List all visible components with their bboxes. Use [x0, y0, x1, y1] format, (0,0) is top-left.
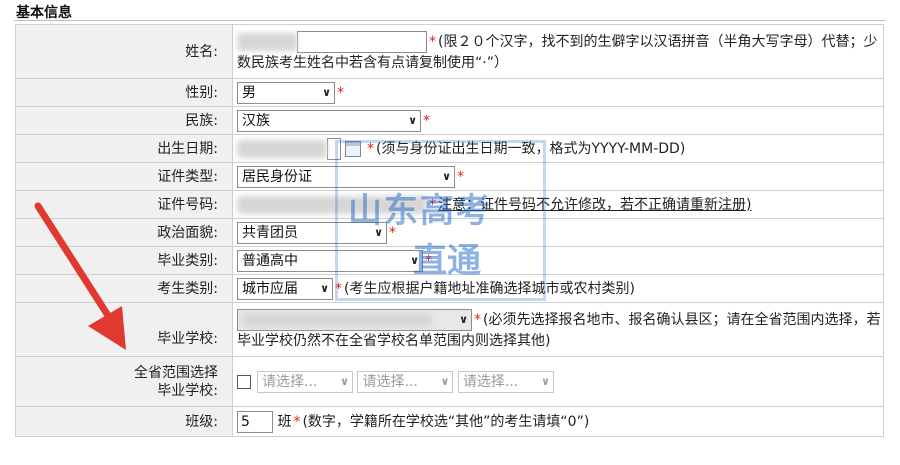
candidate-type-cell: 城市应届 ∨ * (考生应根据户籍地址准确选择城市或农村类别) — [232, 274, 884, 303]
row-birthdate: 出生日期: * (须与身份证出生日期一致，格式为YYYY-MM-DD) — [15, 134, 884, 163]
required-mark: * — [429, 196, 436, 213]
political-cell: 共青团员 ∨ * — [232, 218, 884, 247]
required-mark: * — [293, 413, 301, 430]
row-id-type: 证件类型: 居民身份证 ∨ * — [15, 162, 884, 191]
province-school-label-line1: 全省范围选择 — [134, 364, 218, 381]
select-placeholder: 请选择... — [362, 373, 418, 390]
id-type-value: 居民身份证 — [242, 168, 312, 185]
required-mark: * — [337, 84, 344, 101]
chevron-down-icon: ∨ — [459, 312, 468, 326]
ethnicity-cell: 汉族 ∨ * — [232, 106, 884, 135]
candidate-type-value: 城市应届 — [242, 280, 298, 297]
calendar-icon[interactable] — [345, 140, 361, 157]
required-mark: * — [367, 140, 374, 157]
id-number-cell: * 注意：证件号码不允许修改，若不正确请重新注册) — [232, 190, 884, 219]
required-mark: * — [474, 311, 481, 328]
birthdate-note: (须与身份证出生日期一致，格式为YYYY-MM-DD) — [376, 140, 686, 157]
basic-info-form: 姓名: * (限２０个汉字，找不到的生僻字以汉语拼音（半角大写字母）代替；少数民族… — [15, 24, 884, 437]
province-school-cell: 请选择... ∨ 请选择... ∨ 请选择... ∨ — [232, 356, 884, 407]
row-candidate-type: 考生类别: 城市应届 ∨ * (考生应根据户籍地址准确选择城市或农村类别) — [15, 274, 884, 303]
province-school-select-2[interactable]: 请选择... ∨ — [357, 370, 454, 393]
select-placeholder: 请选择... — [462, 373, 519, 390]
ethnicity-value: 汉族 — [242, 112, 270, 129]
birthdate-blurred-value — [237, 139, 327, 158]
row-name: 姓名: * (限２０个汉字，找不到的生僻字以汉语拼音（半角大写字母）代替；少数民族… — [15, 24, 884, 79]
class-note: (数字，学籍所在学校选“其他”的考生请填“0”) — [302, 413, 590, 430]
gender-label: 性别: — [15, 78, 233, 107]
chevron-down-icon: ∨ — [320, 281, 329, 295]
required-mark: * — [423, 112, 430, 129]
gender-value: 男 — [242, 84, 256, 101]
required-mark: * — [425, 252, 432, 269]
name-blurred-prefix — [237, 32, 297, 51]
name-input[interactable] — [297, 30, 427, 53]
row-political: 政治面貌: 共青团员 ∨ * — [15, 218, 884, 247]
birthdate-cell: * (须与身份证出生日期一致，格式为YYYY-MM-DD) — [232, 134, 884, 163]
row-id-number: 证件号码: * 注意：证件号码不允许修改，若不正确请重新注册) — [15, 190, 884, 219]
grad-type-value: 普通高中 — [242, 252, 298, 269]
section-title: 基本信息 — [16, 5, 72, 21]
section-divider — [14, 20, 886, 21]
ethnicity-label: 民族: — [15, 106, 233, 135]
grad-type-select[interactable]: 普通高中 ∨ — [237, 249, 423, 272]
chevron-down-icon: ∨ — [408, 113, 417, 127]
political-select[interactable]: 共青团员 ∨ — [237, 221, 387, 244]
chevron-down-icon: ∨ — [322, 85, 331, 99]
class-cell: 5 班 * (数字，学籍所在学校选“其他”的考生请填“0”) — [232, 406, 884, 437]
id-number-note: 注意：证件号码不允许修改，若不正确请重新注册) — [438, 196, 752, 213]
grad-type-cell: 普通高中 ∨ * — [232, 246, 884, 275]
province-school-select-3[interactable]: 请选择... ∨ — [457, 370, 554, 393]
school-cell: ∨ * (必须先选择报名地市、报名确认县区；请在全省范围内选择，若毕业学校仍然不在全… — [232, 302, 884, 357]
id-type-label: 证件类型: — [15, 162, 233, 191]
chevron-down-icon: ∨ — [374, 225, 383, 239]
required-mark: * — [457, 168, 464, 185]
political-value: 共青团员 — [242, 224, 298, 241]
ethnicity-select[interactable]: 汉族 ∨ — [237, 109, 421, 132]
school-blurred-value — [242, 312, 432, 327]
row-grad-type: 毕业类别: 普通高中 ∨ * — [15, 246, 884, 275]
required-mark: * — [429, 33, 436, 50]
row-school: 毕业学校: ∨ * (必须先选择报名地市、报名确认县区；请在全省范围内选择，若毕业学… — [15, 302, 884, 357]
school-select[interactable]: ∨ — [237, 308, 472, 331]
row-gender: 性别: 男 ∨ * — [15, 78, 884, 107]
gender-select[interactable]: 男 ∨ — [237, 81, 335, 104]
row-class: 班级: 5 班 * (数字，学籍所在学校选“其他”的考生请填“0”) — [15, 406, 884, 437]
province-school-label-line2: 毕业学校: — [157, 382, 218, 399]
required-mark: * — [389, 224, 396, 241]
birthdate-input[interactable] — [327, 137, 341, 160]
candidate-type-note: (考生应根据户籍地址准确选择城市或农村类别) — [344, 280, 635, 297]
province-school-select-1[interactable]: 请选择... ∨ — [257, 370, 353, 393]
chevron-down-icon: ∨ — [440, 374, 450, 388]
row-province-school: 全省范围选择 毕业学校: 请选择... ∨ 请选择... ∨ 请选择... ∨ — [15, 356, 884, 407]
red-arrow-annotation — [34, 202, 126, 350]
class-unit: 班 — [277, 413, 292, 430]
name-cell: * (限２０个汉字，找不到的生僻字以汉语拼音（半角大写字母）代替；少数民族考生姓名… — [232, 24, 884, 79]
chevron-down-icon: ∨ — [442, 169, 451, 183]
class-label: 班级: — [15, 406, 233, 437]
chevron-down-icon: ∨ — [340, 374, 349, 388]
row-ethnicity: 民族: 汉族 ∨ * — [15, 106, 884, 135]
arrow-shaft — [34, 202, 120, 332]
province-school-label: 全省范围选择 毕业学校: — [15, 356, 233, 407]
candidate-type-select[interactable]: 城市应届 ∨ — [237, 277, 333, 300]
birthdate-label: 出生日期: — [15, 134, 233, 163]
id-number-blurred-value — [237, 195, 427, 214]
province-school-checkbox[interactable] — [237, 374, 251, 389]
id-type-cell: 居民身份证 ∨ * — [232, 162, 884, 191]
chevron-down-icon: ∨ — [540, 374, 550, 388]
chevron-down-icon: ∨ — [410, 253, 419, 267]
gender-cell: 男 ∨ * — [232, 78, 884, 107]
name-label: 姓名: — [15, 24, 233, 79]
id-type-select[interactable]: 居民身份证 ∨ — [237, 165, 455, 188]
required-mark: * — [335, 280, 342, 297]
select-placeholder: 请选择... — [262, 373, 318, 390]
class-input[interactable]: 5 — [237, 410, 273, 433]
